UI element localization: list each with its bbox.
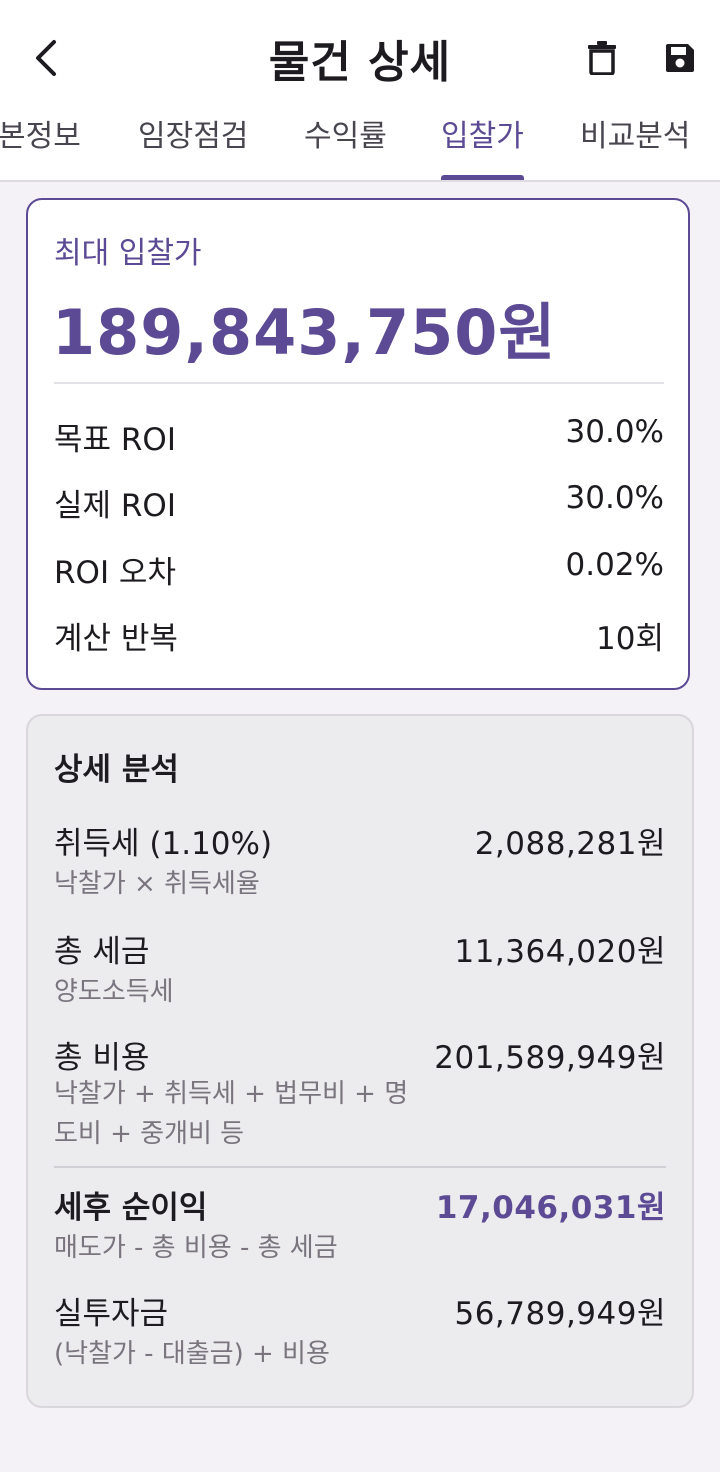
item-amount: 2,088,281원 [474,826,666,862]
item-description: 낙찰가 × 취득세율 [54,869,260,899]
tab-bid-price[interactable]: 입찰가 [441,116,524,180]
item-amount: 11,364,020원 [454,934,666,970]
item-name: 총 비용 [54,1040,150,1076]
item-description: 매도가 - 총 비용 - 총 세금 [54,1233,338,1263]
item-name: 세후 순이익 [54,1190,208,1226]
max-bid-card: 최대 입찰가 189,843,750원 목표 ROI 30.0% 실제 ROI … [26,198,690,690]
trash-icon [588,41,616,75]
iteration-count-row: 계산 반복 10회 [54,613,664,657]
actual-roi-row: 실제 ROI 30.0% [54,480,664,524]
roi-error-row: ROI 오차 0.02% [54,547,664,591]
tab-comparison[interactable]: 비교분석 [580,116,690,180]
tab-label: 본정보 [0,119,81,154]
item-description-line-2: 도비 + 중개비 등 [54,1119,245,1149]
tab-basic-info[interactable]: 본정보 [0,116,81,180]
tab-label: 임장점검 [138,119,249,154]
stat-value: 30.0% [565,414,664,450]
target-roi-row: 목표 ROI 30.0% [54,414,664,458]
tab-yield[interactable]: 수익률 [304,116,387,180]
stat-label: 계산 반복 [54,621,178,657]
tab-indicator [441,175,524,180]
item-amount: 17,046,031원 [435,1190,666,1226]
detail-title: 상세 분석 [54,752,179,788]
stat-label: ROI 오차 [54,555,176,591]
acquisition-tax-item: 취득세 (1.10%) 2,088,281원 낙찰가 × 취득세율 [54,818,666,908]
tab-bar: 본정보 임장점검 수익률 입찰가 비교분석 [0,112,720,182]
tab-label: 수익률 [304,119,387,154]
item-description: (낙찰가 - 대출금) + 비용 [54,1339,330,1369]
total-tax-item: 총 세금 11,364,020원 양도소득세 [54,926,666,1016]
item-amount: 201,589,949원 [434,1040,666,1076]
tab-site-inspection[interactable]: 임장점검 [138,116,248,180]
delete-button[interactable] [578,34,626,82]
item-name: 총 세금 [54,934,150,970]
stat-label: 실제 ROI [54,488,176,524]
item-description: 양도소득세 [54,977,174,1007]
app-bar: 물건 상세 [0,0,720,112]
item-name: 취득세 (1.10%) [54,826,273,862]
net-profit-item: 세후 순이익 17,046,031원 매도가 - 총 비용 - 총 세금 [54,1182,666,1272]
tab-label: 비교분석 [580,119,691,154]
detail-analysis-card: 상세 분석 취득세 (1.10%) 2,088,281원 낙찰가 × 취득세율 … [26,714,694,1408]
stat-value: 30.0% [565,480,664,516]
max-bid-label: 최대 입찰가 [54,236,202,271]
stat-value: 0.02% [565,547,664,583]
actual-investment-item: 실투자금 56,789,949원 (낙찰가 - 대출금) + 비용 [54,1288,666,1378]
stat-label: 목표 ROI [54,422,176,458]
tab-label: 입찰가 [441,119,524,154]
item-name: 실투자금 [54,1296,169,1332]
stat-value: 10회 [596,621,664,657]
max-bid-value: 189,843,750원 [52,296,557,369]
save-button[interactable] [656,34,704,82]
floppy-disk-icon [666,44,694,72]
total-cost-item: 총 비용 201,589,949원 낙찰가 + 취득세 + 법무비 + 명 도비… [54,1032,666,1162]
item-description-line-1: 낙찰가 + 취득세 + 법무비 + 명 [54,1079,409,1109]
item-amount: 56,789,949원 [454,1296,666,1332]
divider [54,1166,666,1168]
divider [54,382,664,384]
